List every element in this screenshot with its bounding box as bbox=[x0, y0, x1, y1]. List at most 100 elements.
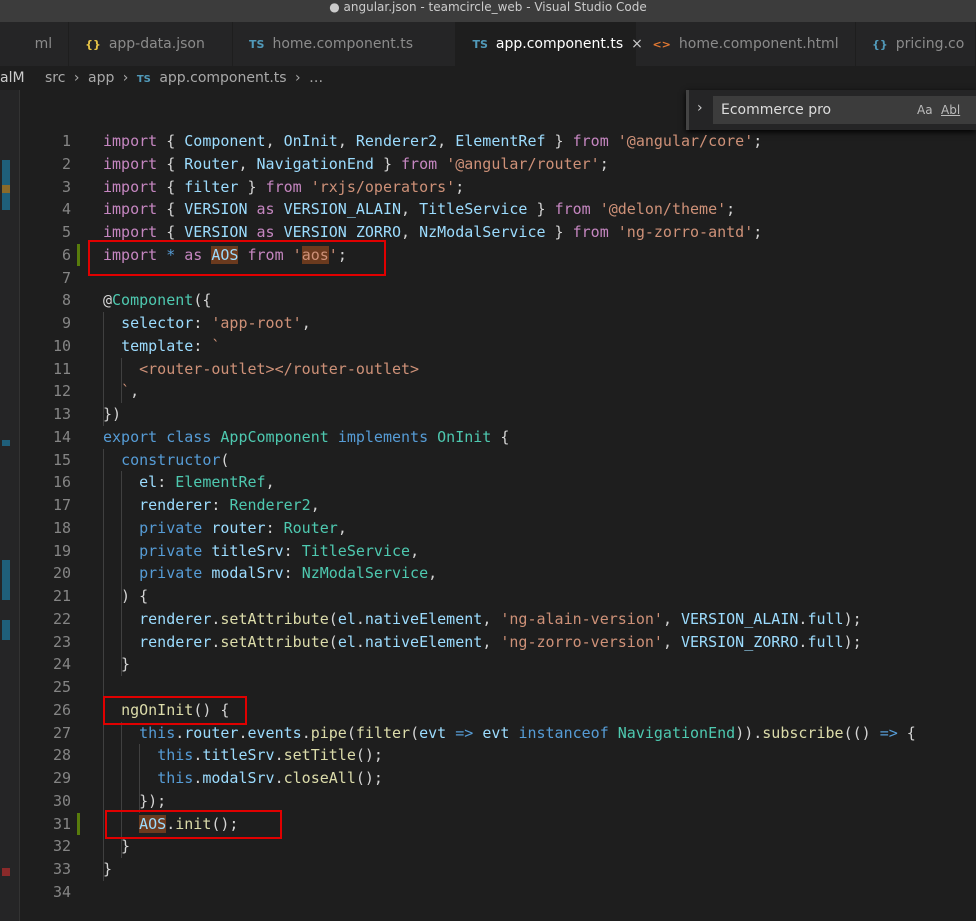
toggle-replace-chevron-icon[interactable]: › bbox=[697, 100, 703, 116]
code-token: ` bbox=[211, 336, 221, 355]
breadcrumb-app[interactable]: app bbox=[88, 70, 114, 86]
code-token: { bbox=[157, 177, 185, 196]
code-token: Router bbox=[184, 154, 239, 173]
code-token: 'rxjs/operators' bbox=[310, 177, 456, 196]
code-line[interactable]: } bbox=[103, 858, 112, 881]
code-token: TitleService bbox=[419, 200, 528, 219]
tab-home-component-ts[interactable]: TS home.component.ts bbox=[233, 22, 457, 66]
line-number: 4 bbox=[61, 200, 71, 219]
line-number: 17 bbox=[52, 496, 71, 514]
whole-word-button[interactable]: Abl bbox=[941, 96, 960, 124]
code-line[interactable]: import { VERSION as VERSION_ALAIN, Title… bbox=[103, 198, 735, 221]
code-token: . bbox=[193, 746, 203, 765]
code-line[interactable]: renderer: Renderer2, bbox=[103, 494, 320, 517]
sidebar-fragment: alM bbox=[0, 70, 25, 86]
code-line[interactable]: } bbox=[103, 653, 130, 676]
code-token: : bbox=[265, 518, 284, 537]
code-line[interactable]: import { filter } from 'rxjs/operators'; bbox=[103, 176, 464, 199]
code-token: as bbox=[256, 223, 275, 241]
code-token: 'ng-zorro-antd' bbox=[617, 223, 754, 241]
match-case-button[interactable]: Aa bbox=[917, 96, 933, 124]
code-token: , bbox=[265, 132, 284, 150]
code-line[interactable]: renderer.setAttribute(el.nativeElement, … bbox=[103, 631, 862, 654]
breadcrumb-sep: › bbox=[295, 70, 301, 86]
code-token: modalSrv bbox=[202, 769, 275, 787]
code-token: subscribe bbox=[762, 723, 844, 742]
code-token: { bbox=[897, 723, 916, 742]
line-number: 15 bbox=[52, 450, 71, 469]
code-token: ); bbox=[843, 609, 862, 628]
code-token: full bbox=[807, 609, 844, 628]
line-number: 5 bbox=[61, 223, 71, 241]
breadcrumb-file[interactable]: app.component.ts bbox=[159, 70, 286, 86]
code-token: VERSION_ALAIN bbox=[681, 609, 799, 628]
code-token: this bbox=[139, 723, 176, 742]
code-line[interactable]: template: ` bbox=[103, 335, 220, 358]
code-token: from bbox=[554, 200, 591, 219]
code-token: => bbox=[455, 723, 474, 742]
find-input[interactable]: Ecommerce pro bbox=[713, 96, 976, 124]
code-line[interactable]: selector: 'app-root', bbox=[103, 312, 311, 335]
code-token: '@delon/theme' bbox=[599, 200, 727, 219]
code-line[interactable]: <router-outlet></router-outlet> bbox=[103, 358, 419, 381]
code-line[interactable]: this.titleSrv.setTitle(); bbox=[103, 744, 383, 767]
tab-label: pricing.co bbox=[895, 36, 965, 52]
code-line[interactable]: ) { bbox=[103, 585, 148, 608]
modified-line-gutter bbox=[77, 244, 80, 266]
breadcrumb: alM src › app › TS app.component.ts › … bbox=[0, 66, 976, 90]
breadcrumb-more[interactable]: … bbox=[309, 70, 323, 86]
code-line[interactable]: import { Component, OnInit, Renderer2, E… bbox=[103, 130, 762, 153]
code-token: VERSION_ZORRO bbox=[283, 223, 402, 241]
breadcrumb-sep: › bbox=[73, 70, 80, 86]
code-token: titleSrv bbox=[202, 746, 275, 765]
code-token: } bbox=[545, 223, 573, 241]
code-token: TitleService bbox=[301, 541, 411, 560]
code-token: import bbox=[103, 132, 158, 150]
code-token: Router bbox=[283, 518, 338, 537]
code-line[interactable]: import { Router, NavigationEnd } from '@… bbox=[103, 153, 609, 176]
code-token: renderer bbox=[139, 609, 212, 628]
code-line[interactable]: }) bbox=[103, 403, 121, 426]
line-number: 28 bbox=[52, 746, 71, 765]
code-token: } bbox=[103, 655, 131, 674]
code-line[interactable]: renderer.setAttribute(el.nativeElement, … bbox=[103, 608, 862, 631]
code-line[interactable]: private titleSrv: TitleService, bbox=[103, 540, 419, 563]
code-token: nativeElement bbox=[364, 632, 483, 651]
line-number: 16 bbox=[52, 473, 71, 492]
breadcrumb-src[interactable]: src bbox=[45, 70, 65, 86]
indent-guide bbox=[103, 448, 104, 881]
code-line[interactable]: @Component({ bbox=[103, 289, 211, 312]
code-token: OnInit bbox=[283, 132, 338, 150]
code-token: : bbox=[283, 564, 302, 583]
code-line[interactable]: export class AppComponent implements OnI… bbox=[103, 426, 509, 449]
code-token: <router-outlet></router-outlet> bbox=[103, 359, 420, 378]
code-line[interactable]: el: ElementRef, bbox=[103, 471, 274, 494]
code-token: , bbox=[310, 496, 320, 514]
code-token: import bbox=[103, 223, 158, 241]
code-line[interactable]: constructor( bbox=[103, 449, 229, 472]
code-token: , bbox=[437, 132, 456, 150]
code-token: { bbox=[157, 154, 185, 173]
tab-ml[interactable]: ml bbox=[0, 22, 70, 66]
code-token: 'app-root' bbox=[211, 314, 302, 332]
code-line[interactable]: private modalSrv: NzModalService, bbox=[103, 562, 437, 585]
tab-home-component-html[interactable]: <> home.component.html bbox=[636, 22, 857, 66]
tab-pricing-co[interactable]: {} pricing.co bbox=[856, 22, 976, 66]
code-line[interactable]: private router: Router, bbox=[103, 517, 347, 540]
line-number: 32 bbox=[52, 837, 71, 856]
tab-app-data-json[interactable]: {} app-data.json bbox=[69, 22, 234, 66]
code-token: 'ng-zorro-version' bbox=[500, 632, 663, 651]
line-number: 3 bbox=[61, 177, 71, 196]
tab-app-component-ts[interactable]: TS app.component.ts × bbox=[456, 22, 643, 66]
code-token: ; bbox=[753, 223, 763, 241]
code-token: ElementRef bbox=[175, 473, 266, 492]
code-line[interactable]: this.modalSrv.closeAll(); bbox=[103, 767, 383, 790]
code-token: from bbox=[401, 154, 438, 173]
